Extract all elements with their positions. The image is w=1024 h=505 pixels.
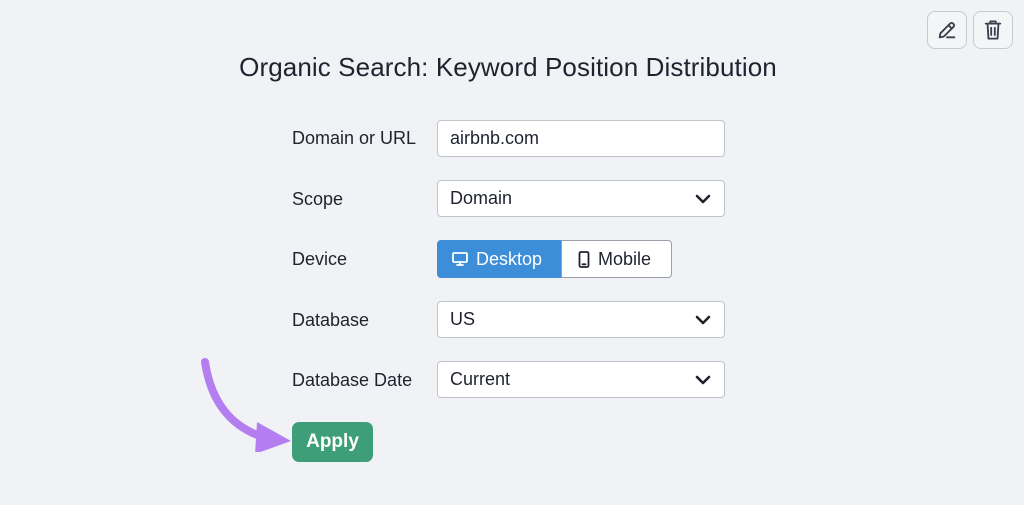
- domain-input-value: airbnb.com: [450, 128, 540, 148]
- edit-button[interactable]: [927, 11, 967, 49]
- device-mobile-label: Mobile: [598, 248, 652, 269]
- database-date-select[interactable]: Current: [437, 361, 725, 398]
- monitor-icon: [452, 252, 468, 266]
- chevron-down-icon: [695, 375, 711, 385]
- annotation-arrow: [201, 358, 291, 452]
- phone-icon: [578, 250, 590, 268]
- database-label: Database: [292, 310, 370, 330]
- device-desktop-label: Desktop: [476, 248, 543, 269]
- database-select-value: US: [450, 309, 476, 329]
- device-label: Device: [292, 249, 348, 269]
- scope-select-value: Domain: [450, 188, 513, 208]
- widget-settings-panel: Organic Search: Keyword Position Distrib…: [0, 0, 1024, 505]
- apply-button[interactable]: Apply: [292, 422, 373, 462]
- chevron-down-icon: [695, 194, 711, 204]
- database-date-label: Database Date: [292, 370, 413, 390]
- device-desktop-button[interactable]: Desktop: [437, 240, 561, 278]
- widget-title: Organic Search: Keyword Position Distrib…: [239, 52, 777, 82]
- device-mobile-button[interactable]: Mobile: [561, 240, 672, 278]
- domain-label: Domain or URL: [292, 128, 417, 148]
- domain-input[interactable]: airbnb.com: [437, 120, 725, 157]
- trash-icon: [984, 20, 1002, 40]
- database-date-select-value: Current: [450, 369, 511, 389]
- chevron-down-icon: [695, 315, 711, 325]
- database-select[interactable]: US: [437, 301, 725, 338]
- scope-select[interactable]: Domain: [437, 180, 725, 217]
- device-toggle: Desktop Mobile: [437, 240, 672, 278]
- scope-label: Scope: [292, 189, 344, 209]
- delete-button[interactable]: [973, 11, 1013, 49]
- pencil-icon: [938, 21, 956, 39]
